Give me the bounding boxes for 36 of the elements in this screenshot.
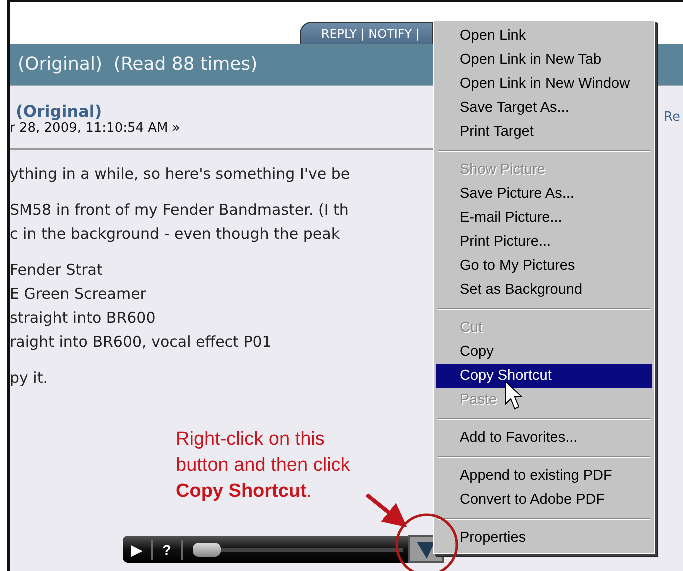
annotation-text: Right-click on this button and then click Copy Shortcut. (176, 428, 350, 504)
post-author: (Original) (16, 102, 102, 121)
reply-notify-tab[interactable]: REPLY | NOTIFY | (300, 22, 433, 44)
menu-item[interactable]: Add to Favorites... (436, 426, 652, 450)
help-button[interactable]: ? (153, 540, 183, 560)
post-text: ything in a while, so here's something I've be (10, 164, 350, 185)
menu-item[interactable]: Open Link in New Window (436, 72, 652, 96)
menu-item[interactable]: Properties (436, 526, 652, 550)
post-text: straight into BR600 (10, 308, 156, 329)
topic-title: (Original) (Read 88 times) (18, 54, 258, 75)
menu-item[interactable]: Append to existing PDF (436, 464, 652, 488)
menu-item[interactable]: Save Picture As... (436, 182, 652, 206)
menu-item[interactable]: Copy (436, 340, 652, 364)
seek-thumb[interactable] (193, 542, 221, 556)
post-text: SM58 in front of my Fender Bandmaster. (I th (10, 200, 349, 221)
post-text: E Green Screamer (10, 284, 146, 305)
post-text: c in the background - even though the peak (10, 224, 340, 245)
seek-track[interactable] (193, 542, 403, 556)
menu-item[interactable]: Print Picture... (436, 230, 652, 254)
reply-link[interactable]: Re (664, 110, 680, 125)
menu-item[interactable]: Print Target (436, 120, 652, 144)
post-date: r 28, 2009, 11:10:54 AM » (10, 121, 180, 136)
menu-item[interactable]: Set as Background (436, 278, 652, 302)
annotation-arrow (366, 493, 408, 528)
post-text: py it. (10, 368, 48, 389)
menu-item[interactable]: Go to My Pictures (436, 254, 652, 278)
mouse-cursor-icon (506, 380, 524, 410)
post-text: Fender Strat (10, 260, 103, 281)
menu-item[interactable]: Convert to Adobe PDF (436, 488, 652, 512)
menu-item[interactable]: Save Target As... (436, 96, 652, 120)
menu-item[interactable]: Open Link in New Tab (436, 48, 652, 72)
menu-item[interactable]: E-mail Picture... (436, 206, 652, 230)
post-text: raight into BR600, vocal effect P01 (10, 332, 272, 353)
play-button[interactable]: ▶ (123, 540, 153, 560)
menu-item[interactable]: Copy Shortcut (436, 364, 652, 388)
menu-item[interactable]: Open Link (436, 24, 652, 48)
